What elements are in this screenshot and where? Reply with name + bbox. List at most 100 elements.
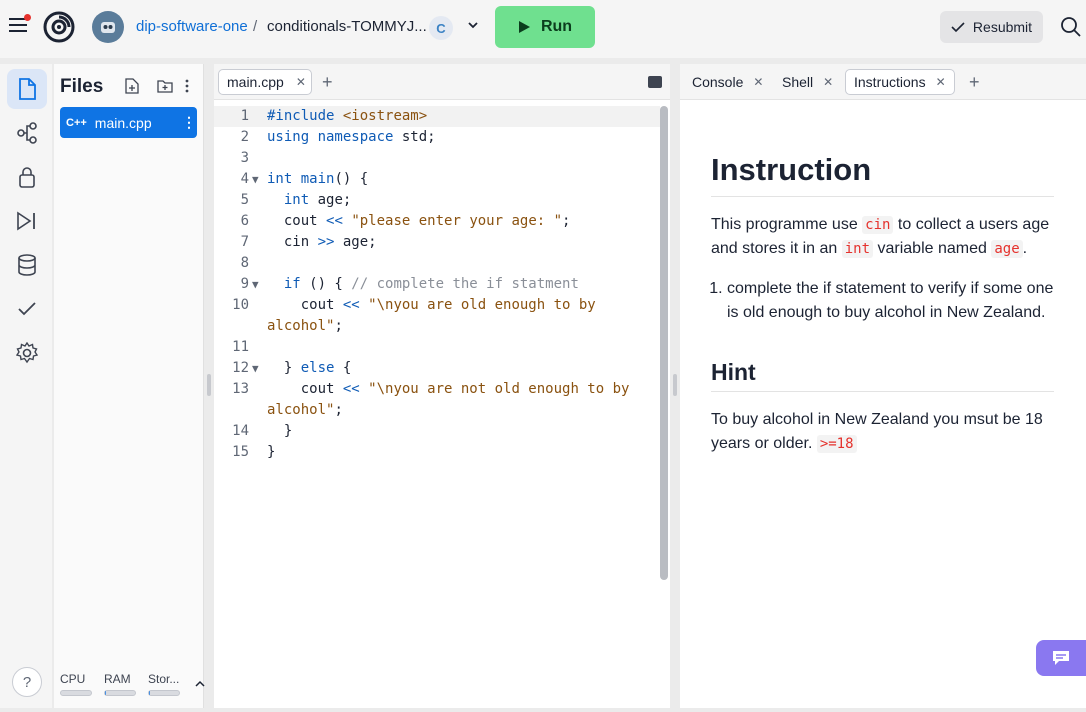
rail-files-button[interactable] bbox=[7, 69, 47, 109]
split-handle-right[interactable] bbox=[673, 374, 677, 396]
line-number: 14 bbox=[232, 423, 249, 439]
chat-button[interactable] bbox=[1036, 640, 1086, 676]
tab-label: main.cpp bbox=[227, 74, 284, 90]
line-number: 2 bbox=[240, 129, 249, 145]
line-number: 6 bbox=[240, 213, 249, 229]
code-line[interactable]: 5 int age; bbox=[214, 190, 660, 211]
code-line[interactable]: 9 ▼ if () { // complete the if statment bbox=[214, 274, 660, 295]
tab-console-label: Console bbox=[692, 74, 744, 90]
editor-scrollbar[interactable] bbox=[660, 106, 668, 580]
code-line[interactable]: 12 ▼ } else { bbox=[214, 358, 660, 379]
code-line[interactable]: 7 cin >> age; bbox=[214, 232, 660, 253]
code-line[interactable]: alcohol"; bbox=[214, 316, 660, 337]
code-line[interactable]: 6 cout << "please enter your age: "; bbox=[214, 211, 660, 232]
files-title: Files bbox=[60, 76, 104, 97]
check-icon bbox=[18, 302, 36, 316]
code-text: } else { bbox=[267, 360, 352, 376]
play-icon bbox=[518, 21, 530, 33]
hint-text-body: To buy alcohol in New Zealand you msut b… bbox=[711, 411, 1043, 452]
line-number: 4 bbox=[240, 171, 249, 187]
code-text: cin >> age; bbox=[267, 234, 377, 250]
new-folder-icon[interactable] bbox=[157, 78, 173, 94]
editor-tab-bar: main.cpp ✕ + bbox=[214, 64, 670, 100]
code-line[interactable]: 3 bbox=[214, 148, 660, 169]
close-icon[interactable]: ✕ bbox=[823, 75, 833, 89]
rail-tests-button[interactable] bbox=[7, 289, 47, 329]
close-icon[interactable]: ✕ bbox=[296, 75, 306, 89]
split-handle-left[interactable] bbox=[207, 374, 211, 396]
rail-settings-button[interactable] bbox=[7, 333, 47, 373]
code-text: #include <iostream> bbox=[267, 108, 428, 124]
tool-rail bbox=[0, 64, 52, 708]
code-line[interactable]: 15} bbox=[214, 442, 660, 463]
play-bar-icon bbox=[17, 211, 35, 231]
help-button[interactable]: ? bbox=[12, 667, 42, 697]
database-icon bbox=[18, 254, 36, 276]
tab-shell[interactable]: Shell ✕ bbox=[782, 69, 833, 95]
code-area[interactable]: 1 #include <iostream> 2 using namespace std… bbox=[214, 106, 660, 463]
editor-menu-icon[interactable] bbox=[648, 76, 662, 88]
add-tab-icon[interactable]: + bbox=[969, 72, 980, 93]
tab-console[interactable]: Console ✕ bbox=[692, 69, 763, 95]
right-pane: Console ✕ Shell ✕ Instructions ✕ + Instr… bbox=[680, 64, 1086, 708]
instructions-doc: Instruction This programme use cin to co… bbox=[711, 100, 1054, 456]
close-icon[interactable]: ✕ bbox=[936, 75, 946, 89]
resubmit-button[interactable]: Resubmit bbox=[940, 11, 1043, 43]
breadcrumb-repl-name[interactable]: conditionals-TOMMYJ... bbox=[267, 18, 427, 35]
run-button[interactable]: Run bbox=[495, 6, 595, 48]
rail-database-button[interactable] bbox=[7, 245, 47, 285]
fold-arrow-icon[interactable]: ▼ bbox=[252, 274, 259, 295]
code-text: cout << "\nyou are not old enough to by bbox=[267, 381, 630, 397]
code-line[interactable]: 2 using namespace std; bbox=[214, 127, 660, 148]
inline-code-cin: cin bbox=[862, 216, 894, 234]
code-line[interactable]: 8 bbox=[214, 253, 660, 274]
code-line[interactable]: 10 cout << "\nyou are old enough to by bbox=[214, 295, 660, 316]
file-more-icon[interactable]: ⋮ bbox=[181, 114, 197, 131]
repl-avatar[interactable] bbox=[92, 11, 124, 43]
tab-shell-label: Shell bbox=[782, 74, 814, 90]
lock-icon bbox=[19, 167, 35, 188]
tab-main-cpp[interactable]: main.cpp ✕ bbox=[218, 69, 312, 95]
code-text: } bbox=[267, 444, 276, 460]
line-number: 10 bbox=[232, 297, 249, 313]
gear-icon bbox=[16, 342, 38, 364]
code-line[interactable]: alcohol"; bbox=[214, 400, 660, 421]
file-icon bbox=[19, 78, 36, 100]
intro-text: This programme use bbox=[711, 216, 863, 233]
hint-heading: Hint bbox=[711, 357, 1054, 392]
code-line[interactable]: 14 } bbox=[214, 421, 660, 442]
hint-text: To buy alcohol in New Zealand you msut b… bbox=[711, 408, 1054, 456]
file-item-main-cpp[interactable]: C++ main.cpp ⋮ bbox=[60, 107, 197, 138]
add-tab-icon[interactable]: + bbox=[322, 72, 333, 93]
inline-code-int: int bbox=[841, 240, 874, 258]
rail-secrets-button[interactable] bbox=[7, 157, 47, 197]
new-file-icon[interactable] bbox=[124, 78, 140, 94]
code-line[interactable]: 1 #include <iostream> bbox=[214, 106, 660, 127]
instruction-heading: Instruction bbox=[711, 152, 1054, 197]
close-icon[interactable]: ✕ bbox=[753, 75, 763, 89]
files-more-icon[interactable] bbox=[179, 78, 195, 94]
code-line[interactable]: 13 cout << "\nyou are not old enough to … bbox=[214, 379, 660, 400]
intro-text: . bbox=[1022, 240, 1028, 257]
breadcrumb-owner[interactable]: dip-software-one bbox=[136, 18, 248, 35]
rail-run-button[interactable] bbox=[7, 201, 47, 241]
chevron-down-icon[interactable] bbox=[466, 18, 480, 32]
instruction-step: complete the if statement to verify if s… bbox=[727, 277, 1054, 325]
inline-code-hint: >=18 bbox=[816, 435, 857, 453]
git-branch-icon bbox=[17, 122, 37, 144]
line-number: 15 bbox=[232, 444, 249, 460]
rail-git-button[interactable] bbox=[7, 113, 47, 153]
tab-instructions[interactable]: Instructions ✕ bbox=[845, 69, 955, 95]
code-line[interactable]: 11 bbox=[214, 337, 660, 358]
search-icon[interactable] bbox=[1060, 16, 1082, 38]
ram-meter: RAM bbox=[104, 672, 136, 696]
fold-arrow-icon[interactable]: ▼ bbox=[252, 358, 259, 379]
code-text: } bbox=[267, 423, 293, 439]
chevron-up-icon[interactable] bbox=[194, 678, 206, 690]
fold-arrow-icon[interactable]: ▼ bbox=[252, 169, 259, 190]
replit-logo-icon[interactable] bbox=[43, 11, 75, 43]
code-line[interactable]: 4 ▼ int main() { bbox=[214, 169, 660, 190]
cpp-file-icon: C++ bbox=[66, 116, 87, 129]
line-number: 3 bbox=[240, 150, 249, 166]
instruction-intro: This programme use cin to collect a user… bbox=[711, 213, 1054, 261]
